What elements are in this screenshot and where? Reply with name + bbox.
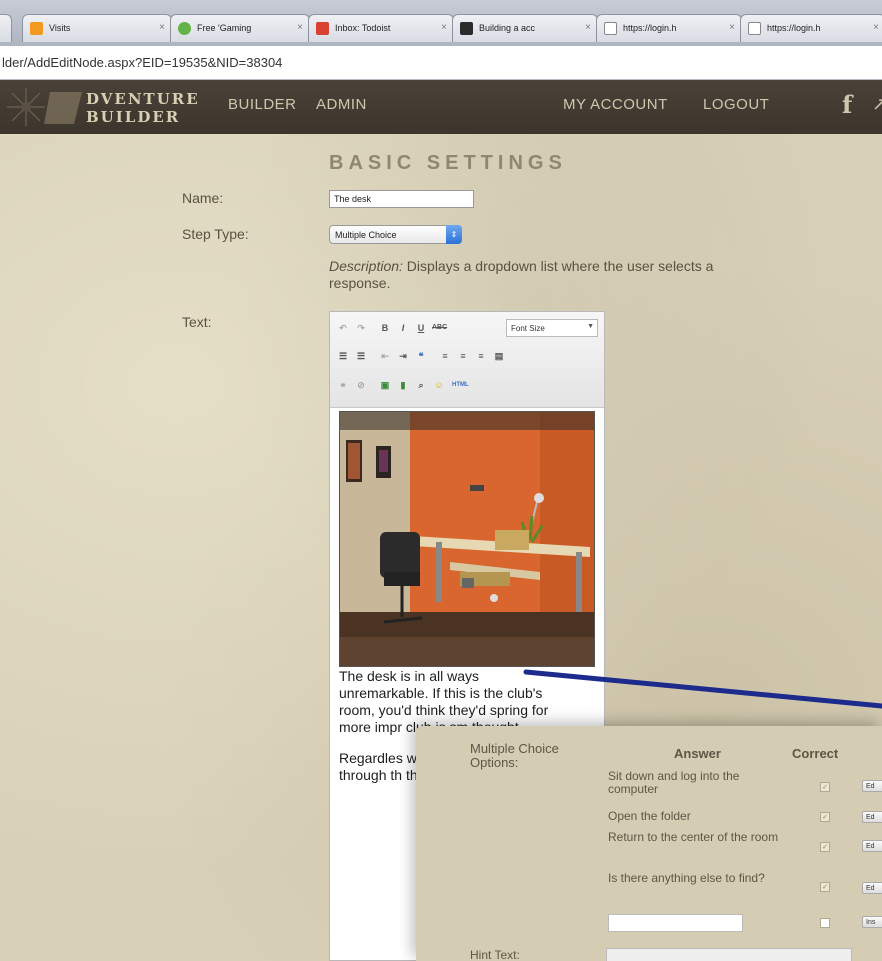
gaming-favicon-icon bbox=[178, 22, 191, 35]
name-input[interactable] bbox=[329, 190, 474, 208]
insert-answer-button[interactable]: Ins bbox=[862, 916, 882, 928]
section-title: BASIC SETTINGS bbox=[329, 152, 567, 174]
correct-checkbox[interactable]: ✓ bbox=[820, 782, 830, 792]
site-header: DVENTURE BUILDER BUILDER ADMIN MY ACCOUN… bbox=[0, 80, 882, 134]
office-photo-image bbox=[340, 412, 594, 666]
tab-title: Free 'Gaming bbox=[197, 23, 252, 33]
blockquote-icon[interactable]: ❝ bbox=[414, 349, 428, 363]
browser-tab[interactable] bbox=[0, 14, 12, 42]
compass-star-icon bbox=[7, 88, 82, 126]
logo-line1: DVENTURE bbox=[86, 90, 200, 108]
close-tab-icon[interactable]: × bbox=[585, 22, 591, 33]
browser-tab[interactable]: Inbox: Todoist × bbox=[308, 14, 454, 42]
edit-answer-button[interactable]: Ed bbox=[862, 811, 882, 823]
find-icon[interactable]: ⌕ bbox=[414, 378, 428, 392]
address-bar[interactable]: lder/AddEditNode.aspx?EID=19535&NID=3830… bbox=[0, 46, 882, 80]
social-icon[interactable]: ↗ bbox=[872, 94, 882, 115]
strikethrough-icon[interactable]: ABC bbox=[432, 321, 447, 335]
tab-title: https://login.h bbox=[623, 23, 677, 33]
answer-text: Open the folder bbox=[608, 809, 691, 823]
correct-checkbox[interactable]: ✓ bbox=[820, 812, 830, 822]
url-text[interactable]: lder/AddEditNode.aspx?EID=19535&NID=3830… bbox=[2, 55, 282, 70]
nav-admin[interactable]: ADMIN bbox=[316, 96, 367, 113]
select-arrows-icon: ⇕ bbox=[446, 225, 462, 244]
hint-text-label: Hint Text: bbox=[470, 948, 520, 961]
document-favicon-icon bbox=[460, 22, 473, 35]
multiple-choice-label: Multiple Choice Options: bbox=[470, 741, 559, 770]
page-favicon-icon bbox=[604, 22, 617, 35]
site-logo[interactable]: DVENTURE BUILDER bbox=[4, 84, 214, 130]
close-tab-icon[interactable]: × bbox=[441, 22, 447, 33]
nav-logout[interactable]: LOGOUT bbox=[703, 96, 769, 113]
close-tab-icon[interactable]: × bbox=[297, 22, 303, 33]
chevron-down-icon: ▼ bbox=[587, 323, 594, 330]
indent-icon[interactable]: ⇥ bbox=[396, 349, 410, 363]
browser-tab[interactable]: https://login.h × bbox=[740, 14, 882, 42]
step-type-description: Description: Displays a dropdown list wh… bbox=[329, 258, 719, 292]
justify-icon[interactable]: ▤ bbox=[492, 349, 506, 363]
browser-tab[interactable]: Building a acc × bbox=[452, 14, 598, 42]
browser-tab-bar: Visits × Free 'Gaming × Inbox: Todoist ×… bbox=[0, 0, 882, 46]
office-photo bbox=[339, 411, 595, 667]
tab-title: https://login.h bbox=[767, 23, 821, 33]
correct-column-header: Correct bbox=[792, 746, 839, 761]
tab-title: Inbox: Todoist bbox=[335, 23, 391, 33]
tab-favicon bbox=[0, 22, 1, 35]
bullet-list-icon[interactable]: ☰ bbox=[336, 349, 350, 363]
underline-icon[interactable]: U bbox=[414, 321, 428, 335]
unlink-icon[interactable]: ⊘ bbox=[354, 378, 368, 392]
nav-my-account[interactable]: MY ACCOUNT bbox=[563, 96, 668, 113]
text-label: Text: bbox=[182, 314, 212, 330]
answer-text: Return to the center of the room bbox=[608, 830, 779, 844]
tab-title: Visits bbox=[49, 23, 71, 33]
numbered-list-icon[interactable]: ☰ bbox=[354, 349, 368, 363]
tab-title: Building a acc bbox=[479, 23, 536, 33]
page-favicon-icon bbox=[748, 22, 761, 35]
correct-checkbox[interactable]: ✓ bbox=[820, 882, 830, 892]
media-icon[interactable]: ▮ bbox=[396, 378, 410, 392]
browser-tab[interactable]: Visits × bbox=[22, 14, 172, 42]
new-answer-input[interactable] bbox=[608, 914, 743, 932]
multiple-choice-panel: Multiple Choice Options: Answer Correct … bbox=[416, 726, 882, 961]
todoist-favicon-icon bbox=[316, 22, 329, 35]
italic-icon[interactable]: I bbox=[396, 321, 410, 335]
name-label: Name: bbox=[182, 190, 224, 206]
answer-text: Sit down and log into the computer bbox=[608, 769, 740, 796]
edit-answer-button[interactable]: Ed bbox=[862, 882, 882, 894]
redo-icon[interactable]: ↷ bbox=[354, 321, 368, 335]
font-size-select[interactable]: Font Size ▼ bbox=[506, 319, 598, 337]
html-icon[interactable]: HTML bbox=[452, 378, 469, 392]
image-icon[interactable]: ▣ bbox=[378, 378, 392, 392]
description-prefix: Description: bbox=[329, 258, 403, 274]
close-tab-icon[interactable]: × bbox=[873, 22, 879, 33]
link-icon[interactable]: ⚭ bbox=[336, 378, 350, 392]
logo-line2: BUILDER bbox=[86, 108, 181, 126]
undo-icon[interactable]: ↶ bbox=[336, 321, 350, 335]
nav-builder[interactable]: BUILDER bbox=[228, 96, 297, 113]
edit-answer-button[interactable]: Ed bbox=[862, 840, 882, 852]
editor-toolbar: ↶ ↷ B I U ABC Font Size ▼ ☰ ☰ ⇤ ⇥ ❝ ≡ ≡ … bbox=[330, 312, 604, 408]
new-correct-checkbox[interactable] bbox=[820, 918, 830, 928]
hint-text-editor[interactable] bbox=[606, 948, 852, 961]
visits-favicon-icon bbox=[30, 22, 43, 35]
answer-text: Is there anything else to find? bbox=[608, 871, 765, 885]
align-right-icon[interactable]: ≡ bbox=[474, 349, 488, 363]
edit-answer-button[interactable]: Ed bbox=[862, 780, 882, 792]
close-tab-icon[interactable]: × bbox=[729, 22, 735, 33]
bold-icon[interactable]: B bbox=[378, 321, 392, 335]
browser-tab[interactable]: Free 'Gaming × bbox=[170, 14, 310, 42]
close-tab-icon[interactable]: × bbox=[159, 22, 165, 33]
outdent-icon[interactable]: ⇤ bbox=[378, 349, 392, 363]
answer-column-header: Answer bbox=[674, 746, 721, 761]
step-type-select[interactable]: Multiple Choice ⇕ bbox=[329, 225, 462, 244]
facebook-icon[interactable]: f bbox=[842, 90, 852, 119]
align-left-icon[interactable]: ≡ bbox=[438, 349, 452, 363]
emoticon-icon[interactable]: ☺ bbox=[432, 378, 446, 392]
font-size-label: Font Size bbox=[511, 324, 545, 333]
step-type-label: Step Type: bbox=[182, 226, 249, 242]
step-type-value: Multiple Choice bbox=[335, 230, 397, 240]
correct-checkbox[interactable]: ✓ bbox=[820, 842, 830, 852]
browser-tab[interactable]: https://login.h × bbox=[596, 14, 742, 42]
align-center-icon[interactable]: ≡ bbox=[456, 349, 470, 363]
